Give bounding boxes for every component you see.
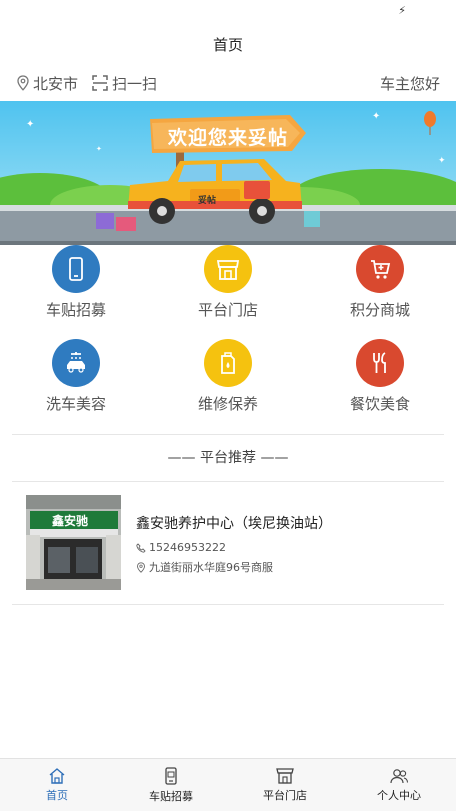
category-car-wash[interactable]: 洗车美容 — [0, 339, 152, 433]
category-circle — [204, 245, 252, 293]
scan-icon — [92, 75, 108, 91]
category-circle — [204, 339, 252, 387]
category-car-sticker[interactable]: 车贴招募 — [0, 245, 152, 339]
store-address-text: 九道街丽水华庭96号商服 — [149, 561, 273, 574]
category-label: 餐饮美食 — [349, 395, 410, 413]
store-name: 鑫安驰养护中心（埃尼换油站） — [136, 516, 332, 532]
svg-text:✦: ✦ — [96, 145, 102, 153]
category-label: 车贴招募 — [45, 301, 106, 319]
category-circle — [356, 245, 404, 293]
category-dining[interactable]: 餐饮美食 — [304, 339, 456, 433]
store-icon — [216, 260, 240, 280]
category-circle — [356, 339, 404, 387]
cart-icon — [371, 260, 391, 279]
category-points-mall[interactable]: 积分商城 — [304, 245, 456, 339]
store-phone[interactable]: 15246953222 — [136, 541, 332, 554]
category-circle — [52, 339, 100, 387]
section-title-recommend: —— 平台推荐 —— — [167, 450, 289, 466]
store-card[interactable]: 鑫安驰 鑫安驰养护中心（埃尼换油站） 15246953222 九道街丽水华庭96… — [26, 495, 444, 591]
city-selector[interactable]: 北安市 — [16, 73, 78, 94]
tab-profile[interactable]: 个人中心 — [342, 759, 456, 811]
scan-button[interactable]: 扫一扫 — [92, 73, 157, 94]
store-address: 九道街丽水华庭96号商服 — [136, 559, 332, 575]
dining-icon — [373, 352, 386, 373]
category-grid: 车贴招募 平台门店 积分商城 洗车美容 维修保养 餐饮美食 — [0, 245, 456, 433]
location-pin-icon — [137, 561, 145, 573]
tab-platform-store[interactable]: 平台门店 — [228, 759, 342, 811]
status-bar: ⚡ — [0, 0, 456, 22]
category-label: 洗车美容 — [45, 395, 106, 413]
category-maintenance[interactable]: 维修保养 — [152, 339, 304, 433]
greeting-text: 车主您好 — [379, 74, 440, 93]
banner[interactable]: ✦ ✦ ✦ ✦ 欢迎您来妥帖 妥帖 — [0, 101, 456, 245]
city-name: 北安市 — [33, 74, 79, 93]
divider — [12, 481, 444, 482]
tab-label: 个人中心 — [377, 788, 421, 802]
phone-icon — [165, 766, 177, 785]
location-pin-icon — [17, 75, 29, 91]
svg-text:✦: ✦ — [438, 156, 446, 166]
scan-label: 扫一扫 — [112, 74, 158, 93]
location-bar: 北安市 扫一扫 车主您好 — [0, 66, 456, 100]
banner-headline: 欢迎您来妥帖 — [168, 127, 289, 149]
page-title: 首页 — [212, 35, 243, 54]
store-sign-text: 鑫安驰 — [52, 514, 89, 528]
svg-text:✦: ✦ — [26, 119, 34, 130]
phone-handset-icon — [136, 542, 146, 553]
tab-bar: 首页 车贴招募 平台门店 个人中心 — [0, 758, 456, 811]
car-wash-icon — [67, 352, 85, 373]
category-label: 维修保养 — [197, 395, 258, 413]
tab-label: 平台门店 — [263, 789, 307, 802]
divider — [12, 434, 444, 435]
store-icon — [276, 768, 294, 784]
charging-icon: ⚡ — [398, 4, 406, 17]
store-phone-number: 15246953222 — [149, 541, 226, 554]
svg-text:✦: ✦ — [372, 111, 380, 122]
user-icon — [390, 768, 409, 783]
category-platform-store[interactable]: 平台门店 — [152, 245, 304, 339]
category-label: 平台门店 — [197, 301, 258, 319]
oil-can-icon — [221, 352, 235, 374]
home-icon — [49, 768, 65, 784]
phone-icon — [69, 257, 83, 281]
car-logo-text: 妥帖 — [198, 196, 217, 206]
category-label: 积分商城 — [349, 301, 410, 319]
title-bar: 首页 — [0, 22, 456, 66]
divider — [12, 604, 444, 605]
tab-label: 首页 — [46, 789, 68, 802]
store-photo: 鑫安驰 — [26, 495, 121, 590]
tab-label: 车贴招募 — [149, 789, 193, 803]
tab-car-sticker[interactable]: 车贴招募 — [114, 759, 228, 811]
tab-home[interactable]: 首页 — [0, 759, 114, 811]
category-circle — [52, 245, 100, 293]
